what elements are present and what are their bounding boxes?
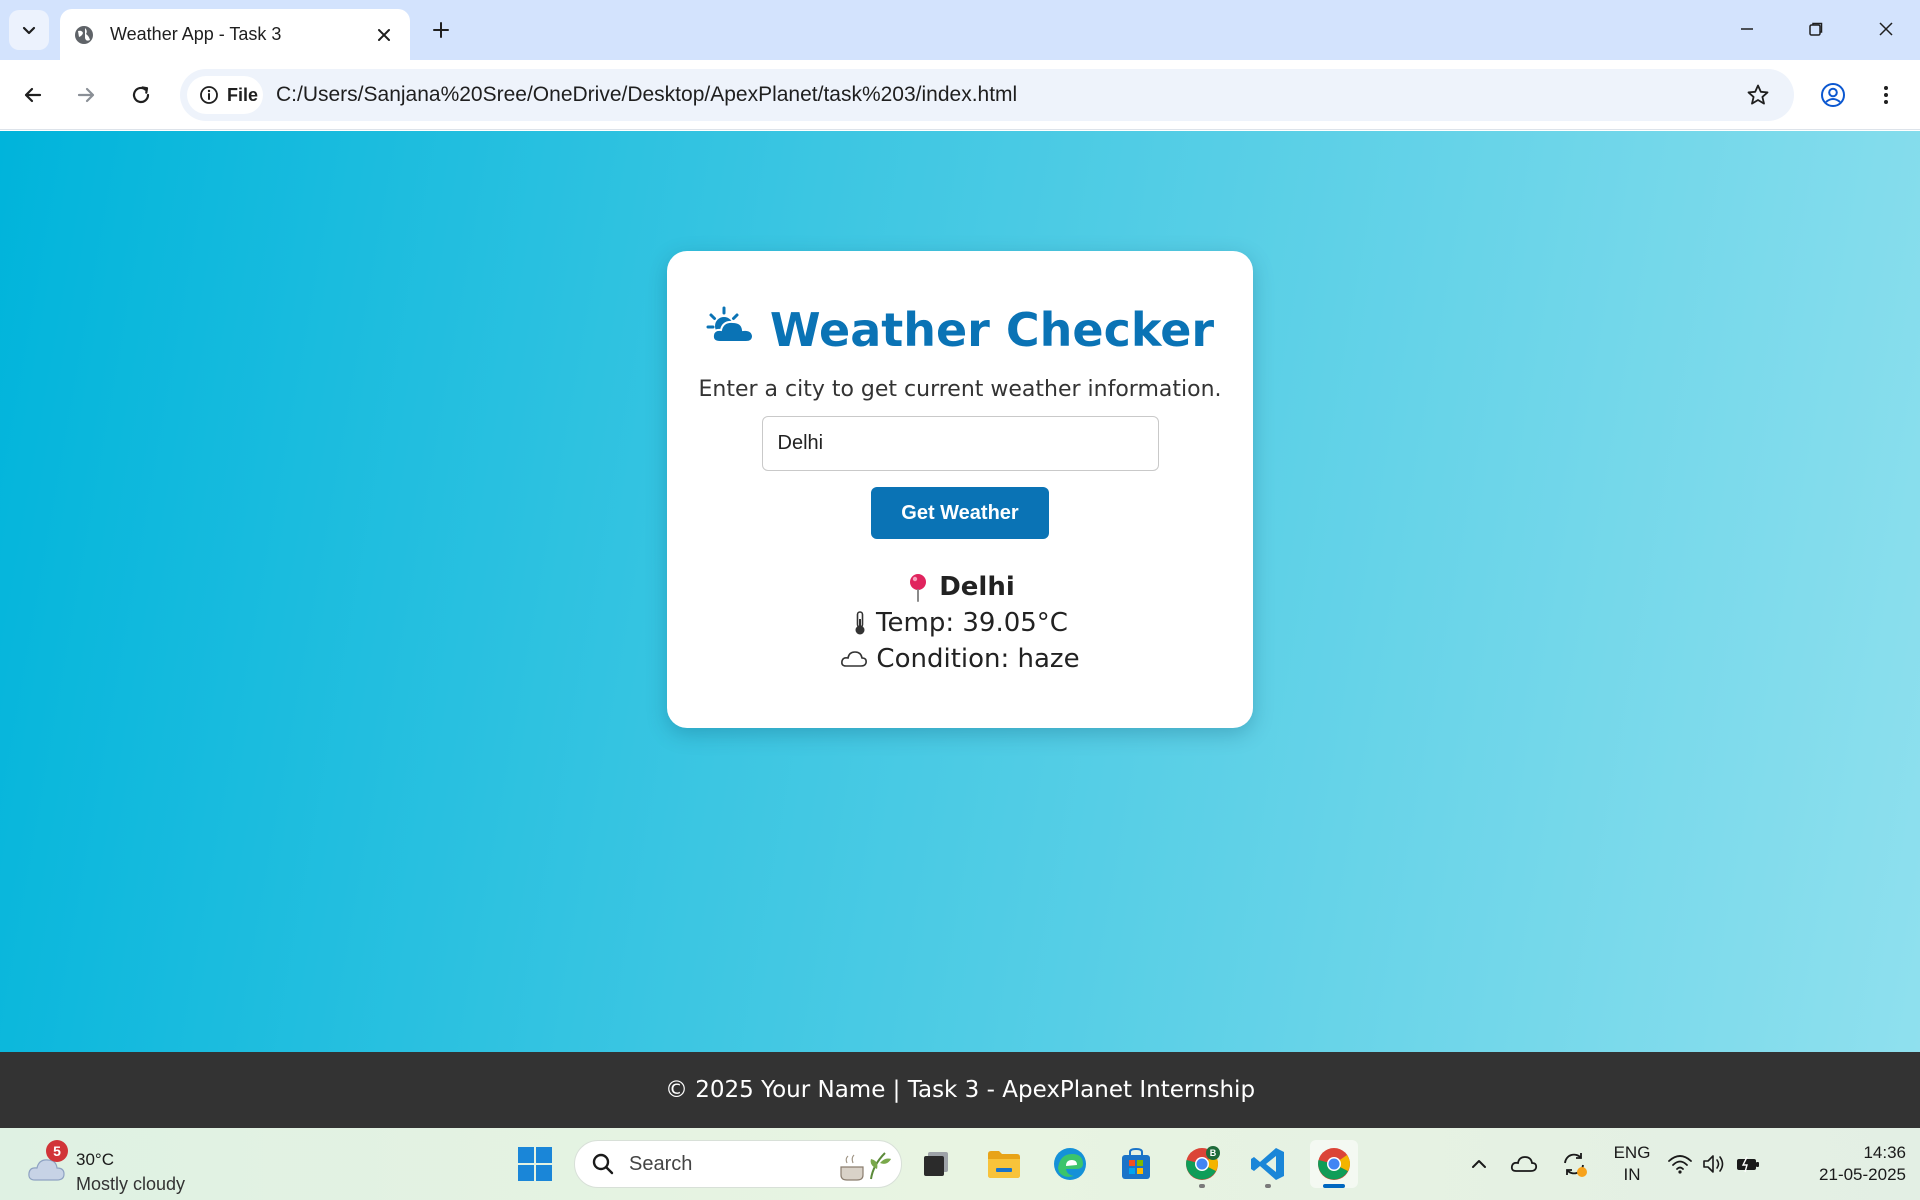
clock-button[interactable]: 14:36 21-05-2025 — [1786, 1140, 1906, 1188]
forward-button[interactable] — [66, 75, 106, 115]
taskbar-search[interactable]: Search — [574, 1140, 902, 1188]
page-subtitle: Enter a city to get current weather info… — [698, 377, 1222, 402]
language-indicator[interactable]: ENG IN — [1605, 1140, 1659, 1188]
store-icon — [1122, 1147, 1150, 1179]
star-icon — [1747, 84, 1769, 105]
address-bar[interactable]: File C:/Users/Sanjana%20Sree/OneDrive/De… — [180, 69, 1794, 121]
reload-button[interactable] — [121, 75, 161, 115]
title-text: Weather Checker — [769, 303, 1215, 357]
active-app-indicator — [1323, 1184, 1345, 1188]
tab-search-button[interactable] — [9, 10, 49, 50]
vscode-icon — [1251, 1148, 1284, 1180]
thermometer-icon — [855, 611, 865, 635]
arrow-right-icon — [77, 87, 95, 103]
task-view-icon — [924, 1152, 948, 1176]
bookmark-button[interactable] — [1740, 77, 1776, 113]
file-explorer-button[interactable] — [980, 1140, 1028, 1188]
page-footer: © 2025 Your Name | Task 3 - ApexPlanet I… — [0, 1052, 1920, 1128]
sync-icon — [1564, 1153, 1587, 1177]
volume-icon — [1703, 1155, 1724, 1173]
weather-badge: 5 — [46, 1140, 68, 1162]
chrome-profile-button[interactable]: B — [1178, 1140, 1226, 1188]
close-tab-icon[interactable] — [372, 23, 396, 47]
minimize-button[interactable] — [1719, 6, 1775, 52]
running-indicator — [1199, 1184, 1205, 1188]
battery-icon — [1737, 1156, 1759, 1173]
edge-browser-icon — [1054, 1148, 1086, 1180]
sun-behind-cloud-icon — [706, 303, 756, 357]
close-window-button[interactable] — [1858, 6, 1914, 52]
site-chip-label: File — [227, 84, 259, 105]
restore-button[interactable] — [1788, 6, 1844, 52]
info-icon — [200, 86, 218, 104]
page-title: Weather Checker — [667, 303, 1253, 357]
weather-result: Delhi Temp: 39.05°C Condition: haze — [667, 569, 1253, 677]
start-button[interactable] — [511, 1140, 559, 1188]
reload-icon — [132, 86, 150, 104]
result-city-row: Delhi — [667, 569, 1253, 605]
edge-button[interactable] — [1046, 1140, 1094, 1188]
footer-text: © 2025 Your Name | Task 3 - ApexPlanet I… — [664, 1077, 1256, 1103]
new-tab-button[interactable] — [423, 12, 459, 48]
result-temp: Temp: 39.05°C — [876, 608, 1068, 638]
taskbar-temp: 30°C — [76, 1150, 114, 1169]
back-button[interactable] — [13, 75, 53, 115]
weather-card: Weather Checker Enter a city to get curr… — [667, 251, 1253, 728]
minimize-icon — [1741, 28, 1753, 30]
search-icon — [592, 1153, 614, 1175]
taskbar-weather-widget[interactable]: 5 30°C Mostly cloudy — [26, 1138, 206, 1194]
language-code: ENG — [1613, 1143, 1651, 1162]
onedrive-cloud-icon — [1510, 1156, 1538, 1172]
restore-icon — [1809, 22, 1823, 36]
chrome-icon: B — [1186, 1146, 1220, 1180]
account-icon — [1821, 83, 1845, 107]
taskbar-search-label: Search — [629, 1153, 693, 1175]
show-hidden-icons-button[interactable] — [1454, 1140, 1504, 1188]
browser-toolbar: File C:/Users/Sanjana%20Sree/OneDrive/De… — [0, 60, 1920, 130]
result-condition-row: Condition: haze — [667, 641, 1253, 677]
clock-date: 21-05-2025 — [1819, 1165, 1906, 1184]
tea-leaf-illustration-icon — [840, 1152, 891, 1181]
task-view-button[interactable] — [912, 1140, 960, 1188]
result-condition: Condition: haze — [876, 644, 1080, 674]
browser-menu-button[interactable] — [1866, 75, 1906, 115]
language-region: IN — [1623, 1165, 1641, 1184]
tab-title: Weather App - Task 3 — [110, 24, 282, 44]
running-indicator — [1265, 1184, 1271, 1188]
arrow-left-icon — [24, 87, 42, 103]
clock-time: 14:36 — [1863, 1143, 1906, 1162]
browser-tab[interactable]: Weather App - Task 3 — [60, 9, 410, 60]
page-viewport: Weather Checker Enter a city to get curr… — [0, 131, 1920, 1052]
microsoft-store-button[interactable] — [1112, 1140, 1160, 1188]
site-info-chip[interactable]: File — [187, 76, 263, 114]
plus-icon — [433, 22, 449, 38]
quick-settings-button[interactable] — [1664, 1140, 1764, 1188]
profile-button[interactable] — [1813, 75, 1853, 115]
result-city: Delhi — [939, 572, 1015, 602]
chrome-icon — [1318, 1148, 1350, 1180]
location-pin-icon — [910, 574, 927, 602]
chrome-button[interactable] — [1310, 1140, 1358, 1188]
onedrive-button[interactable] — [1502, 1140, 1546, 1188]
vscode-button[interactable] — [1244, 1140, 1292, 1188]
cloud-icon — [841, 651, 868, 667]
close-icon — [1879, 22, 1893, 36]
taskbar-condition: Mostly cloudy — [76, 1174, 186, 1194]
more-vertical-icon — [1884, 86, 1888, 104]
url-text[interactable]: C:/Users/Sanjana%20Sree/OneDrive/Desktop… — [276, 69, 1017, 121]
profile-badge: B — [1210, 1148, 1217, 1158]
result-temp-row: Temp: 39.05°C — [667, 605, 1253, 641]
get-weather-button[interactable]: Get Weather — [871, 487, 1049, 539]
chevron-down-icon — [22, 26, 36, 35]
city-input[interactable] — [761, 416, 1159, 471]
windows-logo-icon — [518, 1147, 552, 1181]
chevron-up-icon — [1472, 1160, 1486, 1168]
taskbar: 5 30°C Mostly cloudy Search B ENG IN 14:… — [0, 1128, 1920, 1200]
sync-status-button[interactable] — [1552, 1140, 1596, 1188]
globe-icon — [72, 23, 96, 47]
folder-icon — [988, 1151, 1020, 1178]
browser-tab-strip: Weather App - Task 3 — [0, 0, 1920, 60]
wifi-icon — [1668, 1155, 1692, 1174]
